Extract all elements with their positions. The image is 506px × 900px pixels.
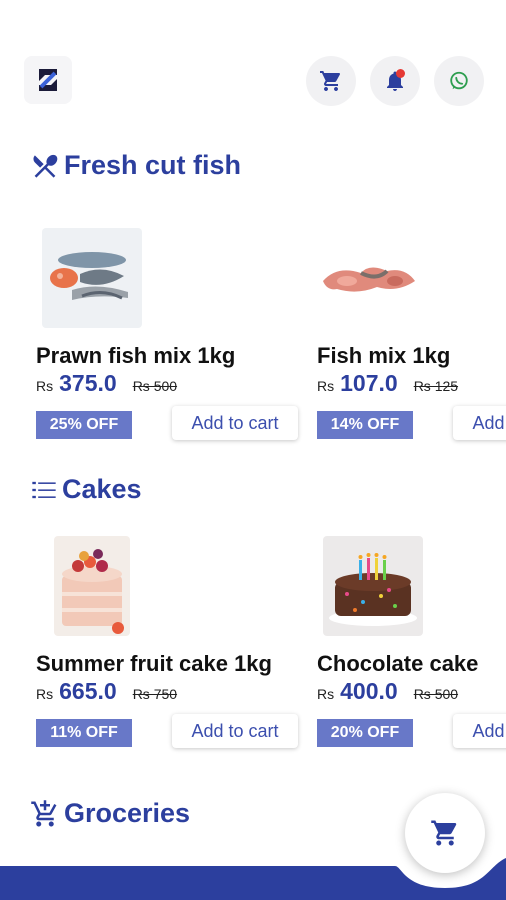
brand-logo-icon[interactable]	[24, 56, 72, 104]
sale-price: 400.0	[340, 678, 398, 704]
cart-button[interactable]	[306, 56, 356, 106]
top-bar	[0, 56, 506, 106]
price-line: Rs 400.0 Rs 500	[317, 678, 458, 705]
add-to-cart-button[interactable]: Add to cart	[172, 714, 298, 748]
cart-plus-icon	[31, 799, 57, 826]
product-card[interactable]: Chocolate cake Rs 400.0 Rs 500 20% OFF A…	[317, 536, 506, 756]
fork-knife-icon	[33, 154, 58, 178]
cart-icon	[320, 71, 341, 91]
discount-badge: 25% OFF	[36, 411, 132, 439]
product-row-fish: Prawn fish mix 1kg Rs 375.0 Rs 500 25% O…	[0, 228, 506, 448]
currency-label: Rs	[36, 378, 54, 394]
section-title-groceries: Groceries	[30, 798, 190, 829]
whatsapp-button[interactable]	[434, 56, 484, 106]
product-card[interactable]: Fish mix 1kg Rs 107.0 Rs 125 14% OFF Add…	[317, 228, 506, 448]
product-card[interactable]: Prawn fish mix 1kg Rs 375.0 Rs 500 25% O…	[36, 228, 316, 448]
product-row-cakes: Summer fruit cake 1kg Rs 665.0 Rs 750 11…	[0, 536, 506, 756]
product-name: Summer fruit cake 1kg	[36, 651, 272, 676]
sale-price: 107.0	[340, 370, 398, 396]
section-title-label: Cakes	[62, 474, 142, 504]
add-to-cart-button[interactable]: Add to cart	[453, 714, 506, 748]
sale-price: 375.0	[59, 370, 117, 396]
product-image[interactable]	[42, 228, 142, 328]
price-line: Rs 375.0 Rs 500	[36, 370, 177, 397]
product-card[interactable]: Summer fruit cake 1kg Rs 665.0 Rs 750 11…	[36, 536, 316, 756]
currency-label: Rs	[317, 378, 335, 394]
discount-badge: 20% OFF	[317, 719, 413, 747]
cart-icon	[431, 820, 457, 846]
product-name: Prawn fish mix 1kg	[36, 343, 236, 368]
price-line: Rs 665.0 Rs 750	[36, 678, 177, 705]
whatsapp-icon	[450, 71, 468, 90]
discount-badge: 11% OFF	[36, 719, 132, 747]
currency-label: Rs	[36, 686, 54, 702]
product-image[interactable]	[317, 228, 417, 328]
list-icon	[32, 481, 56, 498]
original-price: Rs 750	[132, 686, 178, 702]
product-image[interactable]	[54, 536, 130, 636]
floating-cart-button[interactable]	[405, 793, 485, 873]
section-title-label: Groceries	[64, 798, 191, 828]
notification-badge	[396, 69, 405, 78]
product-image[interactable]	[323, 536, 423, 636]
notification-button[interactable]	[370, 56, 420, 106]
product-name: Chocolate cake	[317, 651, 479, 676]
add-to-cart-button[interactable]: Add to cart	[172, 406, 298, 440]
section-title-fresh-cut-fish: Fresh cut fish	[30, 150, 241, 181]
product-name: Fish mix 1kg	[317, 343, 451, 368]
original-price: Rs 500	[413, 686, 459, 702]
currency-label: Rs	[317, 686, 335, 702]
discount-badge: 14% OFF	[317, 411, 413, 439]
add-to-cart-button[interactable]: Add to cart	[453, 406, 506, 440]
original-price: Rs 500	[132, 378, 178, 394]
price-line: Rs 107.0 Rs 125	[317, 370, 458, 397]
original-price: Rs 125	[413, 378, 459, 394]
sale-price: 665.0	[59, 678, 117, 704]
section-title-cakes: Cakes	[30, 474, 142, 505]
section-title-label: Fresh cut fish	[64, 150, 242, 180]
